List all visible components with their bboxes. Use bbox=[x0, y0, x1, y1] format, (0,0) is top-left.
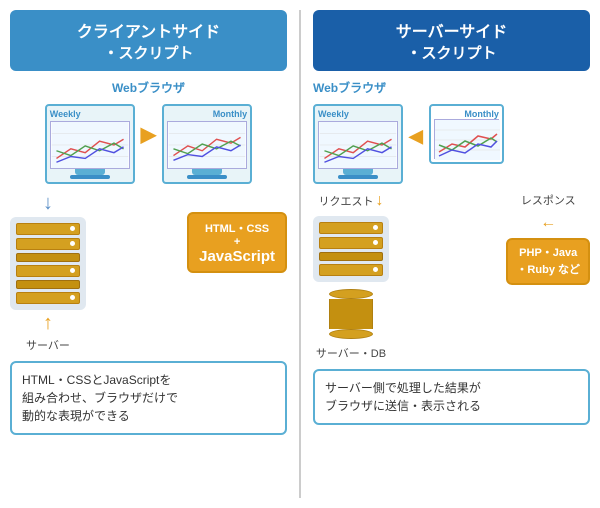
right-monthly-chart bbox=[435, 120, 500, 160]
server-unit-4 bbox=[16, 265, 80, 277]
arrow-from-monthly: ◀ bbox=[409, 126, 423, 147]
monitor2-frame: Monthly bbox=[162, 104, 252, 184]
left-browser-label: Webブラウザ bbox=[10, 79, 287, 96]
right-monthly-label: Monthly bbox=[434, 109, 499, 119]
db-bottom bbox=[329, 329, 373, 339]
left-info-text: HTML・CSSとJavaScriptを組み合わせ、ブラウザだけで動的な表現がで… bbox=[22, 373, 178, 423]
right-header-line2: ・スクリプト bbox=[325, 42, 578, 63]
db-top bbox=[329, 289, 373, 299]
js-main-text: JavaScript bbox=[199, 248, 275, 265]
right-server-box bbox=[313, 216, 389, 282]
php-text: PHP・Java・Ruby など bbox=[516, 245, 580, 278]
left-header-line2: ・スクリプト bbox=[22, 42, 275, 63]
right-monitor-frame: Weekly bbox=[313, 104, 403, 184]
left-header-line1: クライアントサイド bbox=[22, 18, 275, 42]
right-monitor-screen bbox=[318, 121, 398, 169]
response-label: レスポンス bbox=[521, 192, 576, 208]
left-server-col: ↓ ↑ サーバー bbox=[10, 192, 86, 353]
right-monthly-screen bbox=[434, 119, 499, 159]
monitor2-screen bbox=[167, 121, 247, 169]
php-box: PHP・Java・Ruby など bbox=[506, 238, 590, 285]
right-header: サーバーサイド ・スクリプト bbox=[313, 10, 590, 71]
right-monitor: Weekly bbox=[313, 104, 403, 184]
js-box: HTML・CSS + JavaScript bbox=[187, 212, 287, 273]
right-info-text: サーバー側で処理した結果がブラウザに送信・表示される bbox=[325, 381, 481, 413]
right-monitor-base bbox=[338, 175, 378, 179]
server-unit-5 bbox=[16, 280, 80, 289]
request-row: リクエスト ↓ bbox=[319, 192, 384, 210]
right-monthly-col: Monthly bbox=[429, 104, 504, 164]
request-arrow: ↓ bbox=[376, 192, 384, 210]
right-server-unit-3 bbox=[319, 252, 383, 261]
left-server-label: サーバー bbox=[26, 337, 70, 353]
monitor2-tab: Monthly bbox=[167, 109, 247, 119]
js-plus: + bbox=[199, 236, 275, 248]
left-server-js-row: ↓ ↑ サーバー HTML・CSS + J bbox=[10, 192, 287, 353]
right-middle-row: リクエスト ↓ サーバー・DB bbox=[313, 192, 590, 361]
right-server-unit-4 bbox=[319, 264, 383, 276]
request-label: リクエスト bbox=[319, 193, 374, 209]
monitor1-screen bbox=[50, 121, 130, 169]
server-unit-1 bbox=[16, 223, 80, 235]
left-header: クライアントサイド ・スクリプト bbox=[10, 10, 287, 71]
right-chart-svg bbox=[319, 122, 397, 168]
right-monthly-box: Monthly bbox=[429, 104, 504, 164]
monitor1-tab: Weekly bbox=[50, 109, 130, 119]
left-panel: クライアントサイド ・スクリプト Webブラウザ Weekly bbox=[10, 10, 287, 498]
right-browser-label: Webブラウザ bbox=[313, 79, 590, 96]
server-unit-3 bbox=[16, 253, 80, 262]
arrow-up-left: ↑ bbox=[43, 312, 53, 335]
left-monitors-row: Weekly bbox=[10, 104, 287, 184]
server-unit-2 bbox=[16, 238, 80, 250]
left-monitor2: Monthly bbox=[162, 104, 252, 184]
left-monitor1: Weekly bbox=[45, 104, 135, 184]
main-container: クライアントサイド ・スクリプト Webブラウザ Weekly bbox=[0, 0, 600, 508]
js-line1: HTML・CSS bbox=[199, 220, 275, 236]
monitor1-frame: Weekly bbox=[45, 104, 135, 184]
right-info-box: サーバー側で処理した結果がブラウザに送信・表示される bbox=[313, 369, 590, 425]
left-info-box: HTML・CSSとJavaScriptを組み合わせ、ブラウザだけで動的な表現がで… bbox=[10, 361, 287, 435]
right-response-col: レスポンス ← PHP・Java・Ruby など bbox=[506, 192, 590, 285]
right-server-col: リクエスト ↓ サーバー・DB bbox=[313, 192, 389, 361]
monitor1-base bbox=[70, 175, 110, 179]
response-arrow: ← bbox=[540, 214, 556, 232]
chart2-svg bbox=[168, 122, 246, 168]
chart1-svg bbox=[51, 122, 129, 168]
right-server-unit-2 bbox=[319, 237, 383, 249]
monitor2-base bbox=[187, 175, 227, 179]
right-server-unit-1 bbox=[319, 222, 383, 234]
right-header-line1: サーバーサイド bbox=[325, 18, 578, 42]
arrow-weekly-to-monthly: ▶ bbox=[141, 122, 156, 147]
db-cylinder bbox=[329, 289, 373, 339]
right-panel: サーバーサイド ・スクリプト Webブラウザ Weekly bbox=[313, 10, 590, 498]
arrow-down-left: ↓ bbox=[43, 192, 53, 215]
server-db-label: サーバー・DB bbox=[316, 345, 386, 361]
right-monitor-tab: Weekly bbox=[318, 109, 398, 119]
js-box-col: HTML・CSS + JavaScript bbox=[187, 212, 287, 273]
db-body bbox=[329, 299, 373, 329]
server-unit-6 bbox=[16, 292, 80, 304]
panel-divider bbox=[299, 10, 301, 498]
right-top-row: Weekly bbox=[313, 104, 590, 184]
left-server-box bbox=[10, 217, 86, 310]
